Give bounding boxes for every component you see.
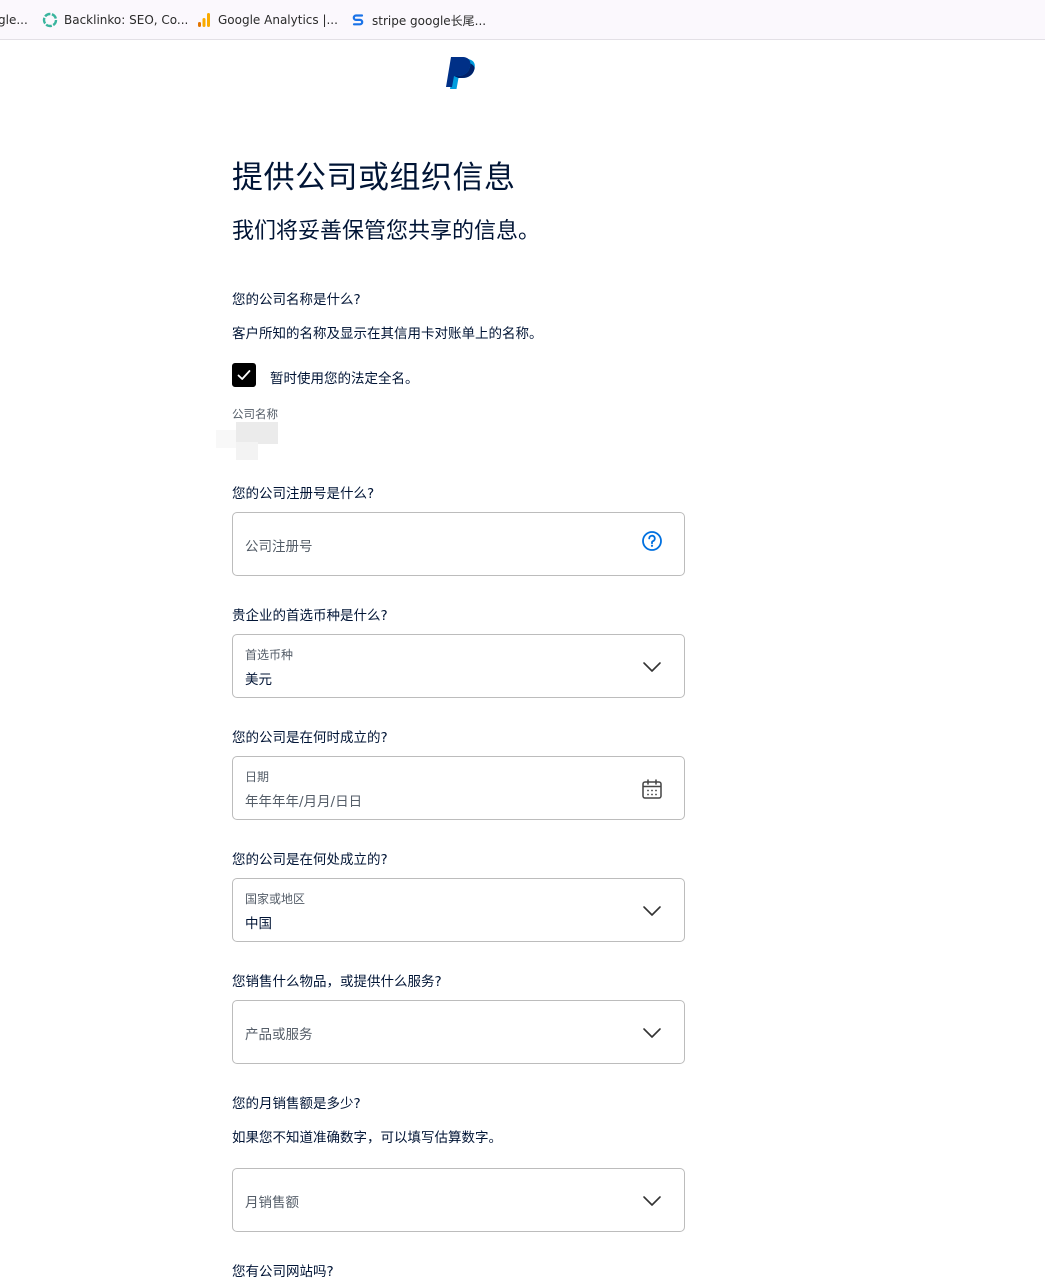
registration-placeholder: 公司注册号: [245, 539, 313, 555]
paypal-logo: [443, 55, 479, 93]
products-placeholder: 产品或服务: [245, 1027, 313, 1043]
bookmark-label: stripe google长尾...: [372, 13, 487, 28]
country-value: 中国: [245, 916, 272, 932]
monthly-sales-placeholder: 月销售额: [245, 1195, 299, 1211]
google-analytics-icon: [196, 12, 212, 28]
bookmarks-bar: gle... Backlinko: SEO, Co... Google Anal…: [0, 0, 1045, 40]
products-question: 您销售什么物品，或提供什么服务?: [232, 974, 442, 990]
help-icon[interactable]: [640, 529, 664, 553]
company-name-question: 您的公司名称是什么?: [232, 292, 361, 308]
bookmark-item[interactable]: gle...: [0, 10, 28, 30]
bookmark-label: gle...: [0, 13, 28, 27]
website-question: 您有公司网站吗?: [232, 1264, 334, 1280]
page-title: 提供公司或组织信息: [232, 160, 516, 196]
bookmark-item[interactable]: Google Analytics |...: [196, 10, 338, 30]
products-select[interactable]: 产品或服务: [232, 1000, 685, 1064]
use-legal-name-checkbox[interactable]: [232, 363, 256, 387]
currency-field-label: 首选币种: [245, 648, 294, 662]
bookmark-label: Google Analytics |...: [218, 13, 338, 27]
currency-question: 贵企业的首选币种是什么?: [232, 608, 388, 624]
company-name-value-redacted: [216, 420, 280, 462]
chevron-down-icon: [640, 1189, 664, 1213]
registration-number-input[interactable]: 公司注册号: [232, 512, 685, 576]
calendar-icon[interactable]: [640, 777, 664, 801]
chevron-down-icon: [640, 1021, 664, 1045]
chevron-down-icon: [640, 899, 664, 923]
bookmark-item[interactable]: stripe google长尾...: [350, 10, 486, 30]
date-placeholder-value: 年年年年/月月/日日: [245, 794, 363, 810]
company-name-helper: 客户所知的名称及显示在其信用卡对账单上的名称。: [232, 326, 543, 342]
currency-select[interactable]: 首选币种 美元: [232, 634, 685, 698]
currency-value: 美元: [245, 672, 272, 688]
use-legal-name-label[interactable]: 暂时使用您的法定全名。: [270, 367, 419, 387]
registration-question: 您的公司注册号是什么?: [232, 486, 375, 502]
monthly-sales-select[interactable]: 月销售额: [232, 1168, 685, 1232]
founded-place-question: 您的公司是在何处成立的?: [232, 852, 388, 868]
founded-date-input[interactable]: 日期 年年年年/月月/日日: [232, 756, 685, 820]
site-icon: [350, 12, 366, 28]
page-subtitle: 我们将妥善保管您共享的信息。: [232, 219, 541, 244]
backlinko-icon: [42, 12, 58, 28]
country-field-label: 国家或地区: [245, 892, 306, 906]
founded-date-question: 您的公司是在何时成立的?: [232, 730, 388, 746]
bookmark-item[interactable]: Backlinko: SEO, Co...: [42, 10, 188, 30]
monthly-sales-question: 您的月销售额是多少?: [232, 1096, 361, 1112]
monthly-sales-helper: 如果您不知道准确数字，可以填写估算数字。: [232, 1130, 502, 1146]
date-field-label: 日期: [245, 770, 270, 784]
country-select[interactable]: 国家或地区 中国: [232, 878, 685, 942]
chevron-down-icon: [640, 655, 664, 679]
bookmark-label: Backlinko: SEO, Co...: [64, 13, 189, 27]
checkmark-icon: [237, 370, 251, 380]
